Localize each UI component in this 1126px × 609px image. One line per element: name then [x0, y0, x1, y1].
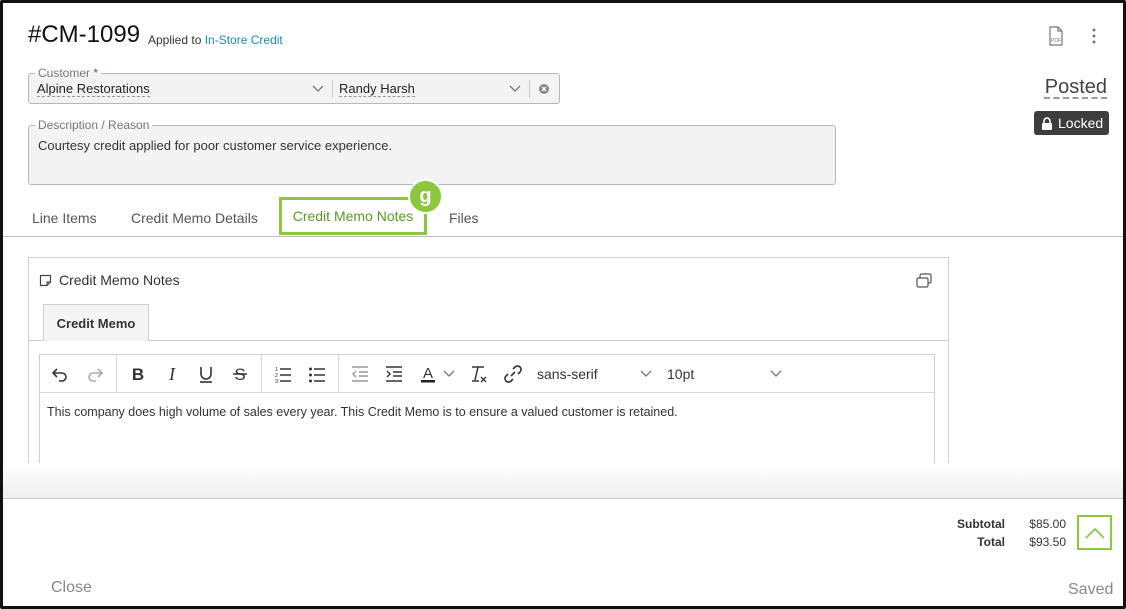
customer-company-value: Alpine Restorations	[37, 80, 150, 97]
svg-text:3: 3	[275, 379, 278, 384]
locked-label: Locked	[1058, 115, 1104, 131]
bold-icon[interactable]: B	[126, 362, 150, 386]
description-field[interactable]: Description / Reason Courtesy credit app…	[28, 118, 836, 185]
footer-divider	[3, 463, 1123, 499]
total-value: $93.50	[1029, 535, 1066, 549]
font-family-select[interactable]: sans-serif	[537, 355, 657, 393]
subtab-credit-memo[interactable]: Credit Memo	[43, 304, 149, 341]
undo-icon[interactable]	[48, 362, 72, 386]
description-legend: Description / Reason	[35, 118, 153, 132]
description-value: Courtesy credit applied for poor custome…	[38, 138, 393, 153]
locked-badge: Locked	[1034, 111, 1109, 135]
toolbar-separator	[261, 355, 262, 393]
expand-totals-button[interactable]	[1077, 515, 1112, 550]
rich-text-editor: B I S 123 A sans-serif 10pt This company…	[39, 354, 935, 474]
note-icon	[39, 274, 52, 286]
tab-bar: Line Items Credit Memo Details Credit Me…	[3, 197, 1123, 237]
clear-icon[interactable]	[538, 83, 550, 95]
panel-header: Credit Memo Notes	[39, 272, 180, 288]
panel-title: Credit Memo Notes	[59, 272, 180, 288]
chevron-down-icon	[770, 370, 782, 377]
customer-field: Customer * Alpine Restorations Randy Har…	[28, 66, 560, 104]
italic-icon[interactable]: I	[160, 362, 184, 386]
page-title: #CM-1099	[28, 21, 141, 48]
svg-text:I: I	[168, 364, 176, 384]
chevron-up-icon	[1084, 527, 1105, 539]
pdf-icon[interactable]: PDF	[1045, 25, 1067, 47]
tab-credit-memo-details[interactable]: Credit Memo Details	[131, 199, 258, 237]
underline-icon[interactable]	[194, 362, 218, 386]
credit-memo-window: #CM-1099 Applied to In-Store Credit PDF …	[0, 0, 1126, 609]
clear-formatting-icon[interactable]	[467, 362, 491, 386]
subtotal-label: Subtotal	[957, 517, 1005, 531]
font-size-select[interactable]: 10pt	[667, 355, 787, 393]
totals-labels: Subtotal Total	[933, 515, 1005, 551]
chevron-down-icon	[640, 370, 652, 377]
credit-memo-notes-panel: Credit Memo Notes Credit Memo B I S 1 2 …	[28, 257, 949, 474]
svg-text:PDF: PDF	[1051, 38, 1061, 44]
link-icon[interactable]	[501, 362, 525, 386]
chevron-down-icon[interactable]	[441, 362, 457, 386]
status-posted: Posted	[1044, 76, 1107, 98]
divider	[332, 80, 333, 98]
editor-toolbar: B I S 123 A sans-serif 10pt	[40, 355, 934, 393]
tab-files[interactable]: Files	[449, 199, 479, 237]
font-size-value: 10pt	[667, 366, 695, 382]
customer-contact-select[interactable]: Randy Harsh	[339, 74, 529, 103]
text-color-icon[interactable]: A	[416, 362, 440, 386]
tab-line-items[interactable]: Line Items	[32, 199, 97, 237]
totals-values: $85.00 $93.50	[1013, 515, 1066, 551]
close-button[interactable]: Close	[51, 579, 92, 597]
divider	[529, 80, 530, 98]
total-label: Total	[977, 535, 1005, 549]
step-badge: g	[408, 179, 443, 214]
lock-icon	[1042, 116, 1052, 130]
chevron-down-icon[interactable]	[311, 83, 325, 95]
tab-credit-memo-notes[interactable]: Credit Memo Notes	[279, 197, 427, 235]
popout-icon[interactable]	[915, 272, 933, 290]
numbered-list-icon[interactable]: 123	[271, 362, 295, 386]
applied-to-link[interactable]: In-Store Credit	[205, 33, 283, 47]
toolbar-separator	[116, 355, 117, 393]
outdent-icon[interactable]	[348, 362, 372, 386]
bullet-list-icon[interactable]	[305, 362, 329, 386]
subtotal-value: $85.00	[1029, 517, 1066, 531]
svg-text:B: B	[132, 365, 144, 384]
applied-to-label: Applied to In-Store Credit	[148, 33, 283, 47]
more-options-icon[interactable]	[1083, 25, 1105, 47]
chevron-down-icon[interactable]	[508, 83, 522, 95]
font-family-value: sans-serif	[537, 366, 598, 382]
saved-status: Saved	[1068, 581, 1114, 598]
strikethrough-icon[interactable]: S	[228, 362, 252, 386]
svg-text:A: A	[423, 365, 433, 382]
applied-prefix: Applied to	[148, 33, 202, 47]
toolbar-separator	[338, 355, 339, 393]
editor-content[interactable]: This company does high volume of sales e…	[47, 405, 678, 419]
indent-icon[interactable]	[382, 362, 406, 386]
redo-icon[interactable]	[83, 362, 107, 386]
customer-company-select[interactable]: Alpine Restorations	[37, 74, 329, 103]
customer-contact-value: Randy Harsh	[339, 80, 415, 97]
notes-subtab-bar: Credit Memo	[29, 304, 948, 341]
